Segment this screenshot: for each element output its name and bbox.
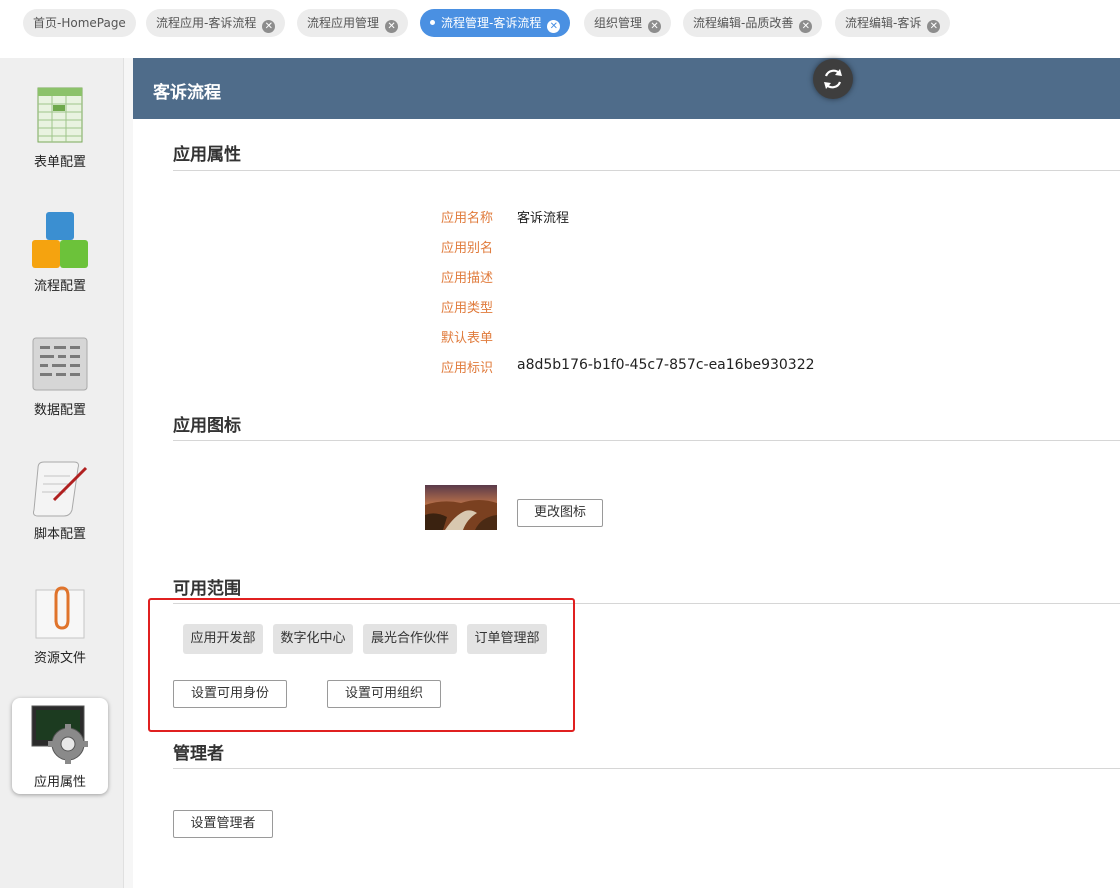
sidebar-item-script-config[interactable]: 脚本配置: [12, 450, 108, 546]
section-title-icon: 应用图标: [173, 416, 241, 436]
tab-label: 流程管理-客诉流程: [441, 16, 542, 30]
change-icon-button[interactable]: 更改图标: [517, 499, 603, 527]
sidebar-item-label: 应用属性: [33, 775, 86, 790]
close-icon[interactable]: ✕: [799, 20, 813, 33]
prop-value-app-id: a8d5b176-b1f0-45c7-857c-ea16be930322: [517, 357, 815, 373]
page-title: 客诉流程: [153, 83, 221, 103]
data-grid-icon: [32, 337, 88, 391]
sidebar-item-app-properties[interactable]: 应用属性: [12, 698, 108, 794]
divider: [173, 768, 1120, 769]
active-dot-icon: [430, 20, 435, 25]
prop-label-default-form: 默认表单: [441, 331, 494, 346]
blocks-icon: [32, 212, 88, 268]
prop-label-app-id: 应用标识: [441, 361, 494, 376]
sidebar-item-label: 流程配置: [33, 279, 86, 294]
tab-bar: 首页-HomePage 流程应用-客诉流程 ✕ 流程应用管理 ✕ 流程管理-客诉流程…: [0, 0, 1120, 58]
close-icon[interactable]: ✕: [547, 20, 561, 33]
prop-label-app-alias: 应用别名: [441, 241, 494, 256]
sidebar-item-data-config[interactable]: 数据配置: [12, 326, 108, 422]
close-icon[interactable]: ✕: [927, 20, 941, 33]
settings-gear-icon: [31, 705, 88, 764]
tab-label: 流程应用管理: [307, 16, 380, 30]
close-icon[interactable]: ✕: [262, 20, 276, 33]
page-header: 客诉流程: [133, 58, 1120, 119]
highlight-box: [148, 598, 575, 732]
prop-label-app-name: 应用名称: [441, 211, 494, 226]
paperclip-icon: [35, 586, 85, 639]
sidebar-item-label: 表单配置: [33, 155, 86, 170]
section-title-properties: 应用属性: [173, 145, 241, 165]
tab-org-management[interactable]: 组织管理 ✕: [584, 9, 672, 37]
set-manager-button[interactable]: 设置管理者: [173, 810, 273, 838]
close-icon[interactable]: ✕: [648, 20, 662, 33]
section-title-scope: 可用范围: [173, 579, 241, 599]
tab-process-edit-quality[interactable]: 流程编辑-品质改善 ✕: [683, 9, 823, 37]
sidebar-item-resource-files[interactable]: 资源文件: [12, 574, 108, 670]
section-title-managers: 管理者: [173, 744, 224, 764]
sidebar-item-label: 资源文件: [33, 651, 86, 666]
tab-homepage[interactable]: 首页-HomePage: [23, 9, 136, 37]
tab-process-app-management[interactable]: 流程应用管理 ✕: [297, 9, 409, 37]
tab-label: 流程编辑-客诉: [845, 16, 922, 30]
tab-process-management-complaint[interactable]: 流程管理-客诉流程 ✕: [420, 9, 571, 37]
tab-label: 流程应用-客诉流程: [156, 16, 257, 30]
close-icon[interactable]: ✕: [385, 20, 399, 33]
tab-process-app-complaint[interactable]: 流程应用-客诉流程 ✕: [146, 9, 286, 37]
scroll-pen-icon: [33, 461, 88, 517]
sidebar-gutter: [124, 58, 133, 888]
sidebar-item-label: 脚本配置: [33, 527, 86, 542]
prop-value-app-name: 客诉流程: [517, 211, 570, 226]
sidebar-item-label: 数据配置: [33, 403, 86, 418]
prop-label-app-type: 应用类型: [441, 301, 494, 316]
tab-label: 流程编辑-品质改善: [693, 16, 794, 30]
spreadsheet-icon: [37, 87, 83, 143]
sidebar-item-form-config[interactable]: 表单配置: [12, 78, 108, 174]
refresh-button[interactable]: [813, 59, 853, 99]
tab-label: 组织管理: [594, 16, 643, 30]
sidebar-item-process-config[interactable]: 流程配置: [12, 202, 108, 298]
prop-label-app-description: 应用描述: [441, 271, 494, 286]
divider: [173, 170, 1120, 171]
tab-label: 首页-HomePage: [33, 16, 126, 30]
divider: [173, 440, 1120, 441]
tab-process-edit-complaint[interactable]: 流程编辑-客诉 ✕: [835, 9, 951, 37]
refresh-icon: [824, 69, 842, 89]
app-icon-image: [425, 485, 497, 530]
